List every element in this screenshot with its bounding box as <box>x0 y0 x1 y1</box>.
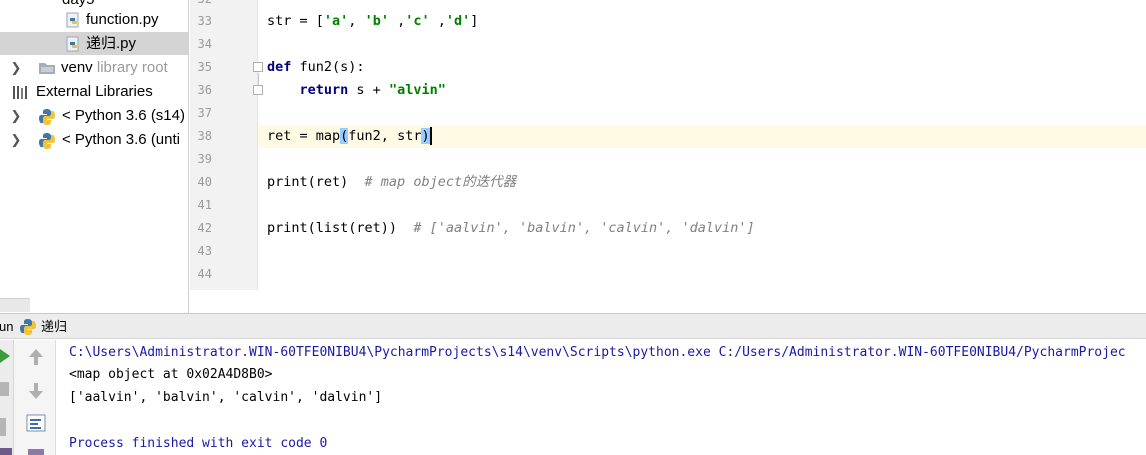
arrow-down-icon[interactable] <box>25 380 47 402</box>
console-output-line: <map object at 0x02A4D8B0> <box>69 367 273 382</box>
python-file-icon <box>66 36 82 52</box>
stop-icon[interactable] <box>0 382 9 396</box>
project-tree: day5 function.py 递归.py ❯ venv library ro… <box>0 0 189 313</box>
tree-item-python-sdk-s14[interactable]: ❯ < Python 3.6 (s14) <box>0 104 188 127</box>
python-icon <box>38 108 55 125</box>
line-number: 40 <box>197 175 212 189</box>
tree-item-label: venv <box>61 59 93 76</box>
console-command-line: C:\Users\Administrator.WIN-60TFE0NIBU4\P… <box>69 345 1126 360</box>
tree-item-label: 递归.py <box>86 35 137 52</box>
line-number: 36 <box>197 83 212 97</box>
line-number: 35 <box>197 60 212 74</box>
code-line[interactable]: print(list(ret)) # ['aalvin', 'balvin', … <box>267 217 755 240</box>
python-icon <box>38 132 55 149</box>
python-icon <box>19 318 37 336</box>
code-line[interactable]: def fun2(s): <box>267 56 365 79</box>
soft-wrap-icon[interactable] <box>25 412 47 434</box>
python-file-icon <box>66 12 82 28</box>
tree-item-label: External Libraries <box>36 83 153 100</box>
line-number: 42 <box>197 221 212 235</box>
tree-item-python-sdk-unti[interactable]: ❯ < Python 3.6 (unti <box>0 128 188 151</box>
line-number: 34 <box>197 37 212 51</box>
code-line[interactable]: return s + "alvin" <box>267 79 446 102</box>
fold-end-icon[interactable] <box>253 85 263 95</box>
console-output-line: ['aalvin', 'balvin', 'calvin', 'dalvin'] <box>69 390 383 405</box>
run-config-name[interactable]: 递归 <box>41 314 67 340</box>
line-number: 37 <box>197 106 212 120</box>
tree-item-function-py[interactable]: function.py <box>0 8 188 31</box>
chevron-right-icon[interactable]: ❯ <box>10 56 22 79</box>
run-side-toolbar <box>0 340 14 455</box>
line-number: 41 <box>197 198 212 212</box>
tree-item-external-libraries[interactable]: External Libraries <box>0 80 188 103</box>
code-editor[interactable]: 32 33 34 35 36 37 38 39 40 41 42 43 44 s… <box>190 0 1146 290</box>
line-number: 43 <box>197 244 212 258</box>
line-number: 39 <box>197 152 212 166</box>
chevron-right-icon[interactable]: ❯ <box>10 104 22 127</box>
tree-item-label: function.py <box>86 11 159 28</box>
fold-guide <box>258 73 259 85</box>
console-exit-line: Process finished with exit code 0 <box>69 436 328 451</box>
run-tool-window-header: un 递归 <box>0 313 1146 339</box>
code-line[interactable]: ret = map(fun2, str) <box>267 125 432 148</box>
tree-item-label: < Python 3.6 (unti <box>62 131 180 148</box>
arrow-up-icon[interactable] <box>25 346 47 368</box>
libraries-icon <box>12 84 28 100</box>
tree-item-label: < Python 3.6 (s14) <box>62 107 185 124</box>
code-line[interactable]: str = ['a', 'b' ,'c' ,'d'] <box>267 10 478 33</box>
rerun-icon[interactable] <box>0 348 10 363</box>
library-root-hint: library root <box>96 59 168 76</box>
run-tab-label[interactable]: un <box>0 314 13 340</box>
line-number: 44 <box>197 267 212 281</box>
dump-threads-icon[interactable] <box>0 448 12 455</box>
console-toolbar <box>14 340 56 455</box>
folder-icon <box>38 60 55 76</box>
fold-marker-icon[interactable] <box>253 62 263 72</box>
tree-item-venv[interactable]: ❯ venv library root <box>0 56 188 79</box>
chevron-right-icon[interactable]: ❯ <box>10 128 22 151</box>
tree-item-recursion-py[interactable]: 递归.py <box>0 32 188 55</box>
pause-icon[interactable] <box>0 418 6 436</box>
code-line[interactable]: print(ret) # map object的迭代器 <box>267 171 516 194</box>
horizontal-scrollbar[interactable] <box>0 298 30 312</box>
run-console-output[interactable]: C:\Users\Administrator.WIN-60TFE0NIBU4\P… <box>56 340 1146 455</box>
line-number: 33 <box>197 14 212 28</box>
print-icon[interactable] <box>25 444 47 455</box>
line-number: 38 <box>197 129 212 143</box>
